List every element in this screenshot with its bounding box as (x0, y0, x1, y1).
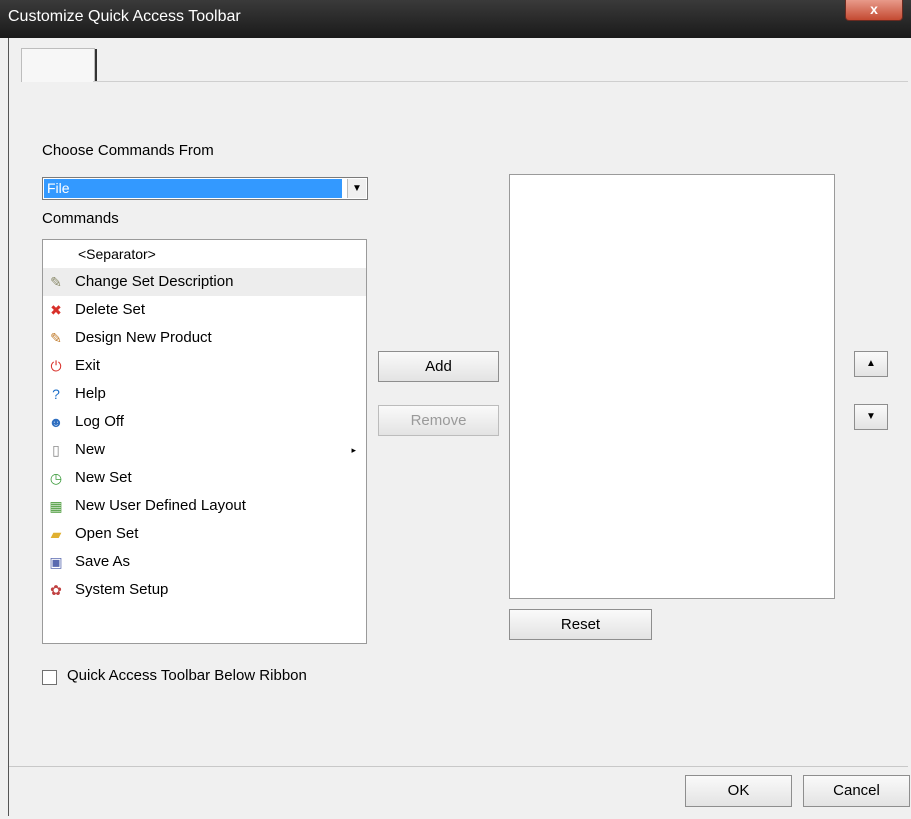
gears-icon: ✿ (50, 582, 62, 598)
list-item[interactable]: ▦ New User Defined Layout (43, 492, 366, 520)
user-icon: ☻ (48, 414, 64, 430)
footer-divider (9, 766, 908, 767)
list-item-label: New (75, 441, 106, 458)
list-item-label: Design New Product (75, 329, 212, 346)
help-icon: ? (52, 386, 60, 402)
tab-main[interactable] (21, 48, 97, 83)
dropdown-selected-value: File (44, 179, 342, 198)
list-item[interactable]: ? Help (43, 380, 366, 408)
reset-button[interactable]: Reset (509, 609, 652, 640)
submenu-arrow-icon: ▸ (351, 445, 356, 455)
list-item-label: Help (75, 385, 106, 402)
list-item[interactable]: ◷ New Set (43, 464, 366, 492)
list-item[interactable]: ✎ Design New Product (43, 324, 366, 352)
choose-commands-label: Choose Commands From (42, 142, 214, 159)
ok-button[interactable]: OK (685, 775, 792, 807)
close-icon: x (870, 1, 878, 17)
blank-page-icon: ▯ (52, 442, 60, 458)
list-item[interactable]: ☻ Log Off (43, 408, 366, 436)
save-icon: ▣ (49, 554, 63, 570)
arrow-down-icon: ▼ (866, 411, 876, 422)
power-icon: ⏻ (50, 358, 62, 374)
list-item-label: Change Set Description (75, 273, 234, 290)
move-down-button[interactable]: ▼ (854, 404, 888, 430)
choose-commands-dropdown[interactable]: File ▼ (42, 177, 368, 200)
list-item[interactable]: ▣ Save As (43, 548, 366, 576)
list-item[interactable]: <Separator> (43, 240, 366, 268)
list-item-label: Save As (75, 553, 131, 570)
pencil-icon: ✎ (50, 274, 62, 290)
add-button[interactable]: Add (378, 351, 499, 382)
list-item-label: Delete Set (75, 301, 146, 318)
title-bar: Customize Quick Access Toolbar x (0, 0, 911, 38)
toolbar-commands-list[interactable] (509, 174, 835, 599)
red-x-icon: ✖ (50, 302, 62, 318)
list-item-label: System Setup (75, 581, 169, 598)
list-item-label: Exit (75, 357, 101, 374)
window-title: Customize Quick Access Toolbar (8, 8, 241, 25)
below-ribbon-label: Quick Access Toolbar Below Ribbon (67, 667, 307, 684)
list-item-label: New User Defined Layout (75, 497, 246, 514)
list-item[interactable]: ✎ Change Set Description (43, 268, 366, 296)
move-up-button[interactable]: ▲ (854, 351, 888, 377)
list-item-label: New Set (75, 469, 132, 486)
list-item[interactable]: ✿ System Setup (43, 576, 366, 604)
list-item[interactable]: ▰ Open Set (43, 520, 366, 548)
close-button[interactable]: x (845, 0, 903, 21)
design-icon: ✎ (50, 330, 62, 346)
list-item-label: <Separator> (78, 246, 156, 262)
layout-icon: ▦ (49, 498, 63, 514)
remove-button[interactable]: Remove (378, 405, 499, 436)
list-item-label: Log Off (75, 413, 124, 430)
cancel-button[interactable]: Cancel (803, 775, 910, 807)
tab-panel: Choose Commands From File ▼ Commands <Se… (9, 82, 908, 777)
list-item[interactable]: ⏻ Exit (43, 352, 366, 380)
below-ribbon-checkbox[interactable] (42, 670, 57, 685)
commands-list[interactable]: <Separator> ✎ Change Set Description ✖ Delet… (42, 239, 367, 644)
commands-label: Commands (42, 210, 119, 227)
list-item[interactable]: ✖ Delete Set (43, 296, 366, 324)
new-set-icon: ◷ (49, 470, 63, 486)
list-item[interactable]: ▯ New ▸ (43, 436, 366, 464)
folder-icon: ▰ (50, 526, 62, 542)
chevron-down-icon[interactable]: ▼ (347, 179, 366, 198)
arrow-up-icon: ▲ (866, 358, 876, 369)
list-item-label: Open Set (75, 525, 139, 542)
dialog-body: Choose Commands From File ▼ Commands <Se… (8, 38, 910, 816)
